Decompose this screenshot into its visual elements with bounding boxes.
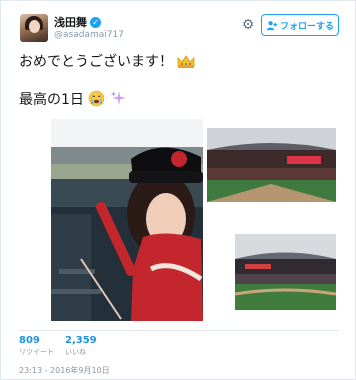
tweet-text-1: おめでとうございます！ [19, 54, 173, 70]
tweet-timestamp[interactable]: 23:13 - 2016年9月10日 [19, 365, 110, 376]
tweet-card: 浅田舞 ✓ @asadamai717 ⚙ フォローする おめでとうございます！ … [0, 0, 356, 380]
tweet-text-line-1: おめでとうございます！ [19, 51, 195, 71]
tweet-photo-side-1[interactable] [207, 128, 336, 202]
stadium-field-image [235, 234, 336, 310]
crying-face-emoji-icon [89, 90, 105, 107]
like-label: いいね [65, 348, 86, 356]
add-user-icon [266, 20, 277, 30]
verified-badge-icon: ✓ [90, 16, 101, 28]
retweet-count: 809 [19, 335, 40, 346]
like-stat[interactable]: 2,359 いいね [65, 335, 97, 357]
stadium-interior-image [207, 128, 336, 202]
tweet-text-2: 最高の1日 [19, 92, 84, 108]
follow-button[interactable]: フォローする [261, 14, 339, 36]
like-count: 2,359 [65, 335, 97, 346]
retweet-stat[interactable]: 809 リツイート [19, 335, 54, 357]
gear-icon[interactable]: ⚙ [241, 18, 255, 32]
tweet-photo-main[interactable] [51, 119, 203, 321]
tweet-photo-side-2[interactable] [235, 234, 336, 310]
follow-button-label: フォローする [279, 21, 334, 32]
engagement-stats: 809 リツイート 2,359 いいね [19, 330, 339, 358]
tweet-text-line-2: 最高の1日 [19, 89, 127, 109]
stadium-selfie-image [51, 119, 203, 321]
avatar[interactable] [20, 14, 48, 42]
sparkles-emoji-icon [110, 91, 126, 105]
user-handle[interactable]: @asadamai717 [54, 30, 124, 40]
retweet-label: リツイート [19, 348, 54, 356]
user-name-row[interactable]: 浅田舞 ✓ [54, 14, 101, 30]
display-name[interactable]: 浅田舞 [54, 14, 87, 30]
crown-emoji-icon [178, 55, 195, 68]
